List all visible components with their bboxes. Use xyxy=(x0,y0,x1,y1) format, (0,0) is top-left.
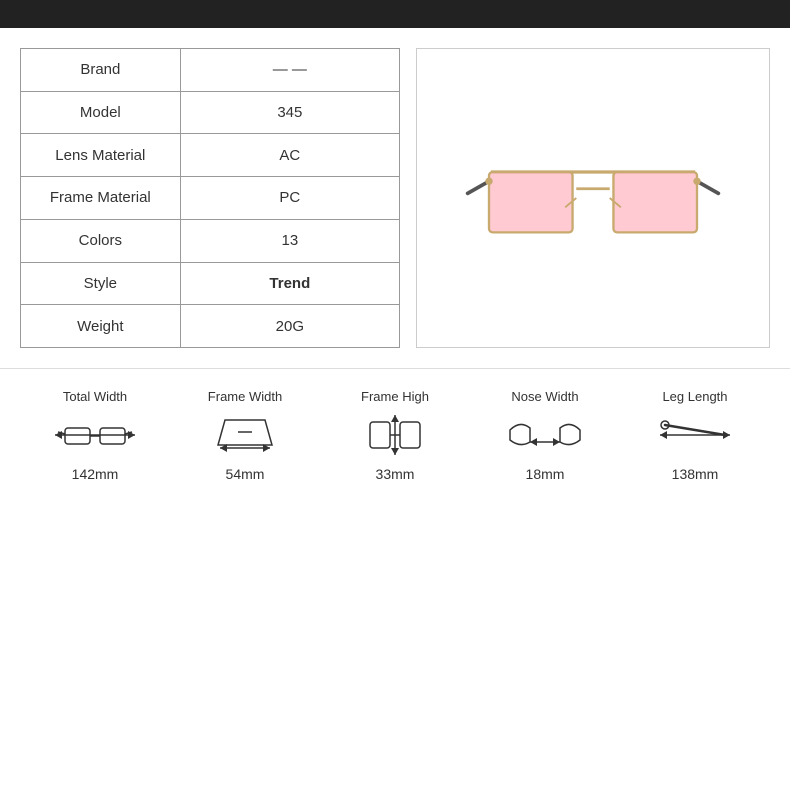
measurement-value: 18mm xyxy=(526,466,565,482)
frame-high-icon xyxy=(350,410,440,460)
measurement-value: 33mm xyxy=(376,466,415,482)
table-value-cell: 345 xyxy=(180,91,399,134)
table-label-cell: Model xyxy=(21,91,181,134)
table-label-cell: Lens Material xyxy=(21,134,181,177)
measurement-value: 54mm xyxy=(226,466,265,482)
measurement-item: Leg Length 138mm xyxy=(650,389,740,482)
table-value-cell: — — xyxy=(180,49,399,92)
table-row: Weight20G xyxy=(21,305,400,348)
measurement-item: Total Width 142mm xyxy=(50,389,140,482)
measurement-label: Leg Length xyxy=(662,389,727,404)
measurements-section: Total Width 142mm Frame Width xyxy=(0,368,790,492)
table-value-cell: AC xyxy=(180,134,399,177)
measurement-item: Frame Width 54mm xyxy=(200,389,290,482)
product-info-table: Brand— —Model345Lens MaterialACFrame Mat… xyxy=(20,48,400,348)
measurement-value: 138mm xyxy=(672,466,719,482)
table-label-cell: Colors xyxy=(21,219,181,262)
table-row: Model345 xyxy=(21,91,400,134)
table-label-cell: Brand xyxy=(21,49,181,92)
table-label-cell: Style xyxy=(21,262,181,305)
table-row: Frame MaterialPC xyxy=(21,177,400,220)
frame-width-icon xyxy=(200,410,290,460)
total-width-icon xyxy=(50,410,140,460)
table-row: Colors13 xyxy=(21,219,400,262)
measurement-value: 142mm xyxy=(72,466,119,482)
measurement-item: Frame High 33mm xyxy=(350,389,440,482)
table-value-cell: 13 xyxy=(180,219,399,262)
table-row: StyleTrend xyxy=(21,262,400,305)
nose-width-icon xyxy=(500,410,590,460)
leg-length-icon xyxy=(650,410,740,460)
table-label-cell: Frame Material xyxy=(21,177,181,220)
table-row: Brand— — xyxy=(21,49,400,92)
table-value-cell: PC xyxy=(180,177,399,220)
sunglasses-image xyxy=(463,118,723,278)
measurement-label: Frame Width xyxy=(208,389,282,404)
table-value-cell: Trend xyxy=(180,262,399,305)
measurement-label: Nose Width xyxy=(511,389,578,404)
page-header xyxy=(0,0,790,28)
glasses-image-box xyxy=(416,48,770,348)
table-label-cell: Weight xyxy=(21,305,181,348)
main-content: Brand— —Model345Lens MaterialACFrame Mat… xyxy=(0,28,790,358)
table-value-cell: 20G xyxy=(180,305,399,348)
measurement-label: Total Width xyxy=(63,389,127,404)
table-row: Lens MaterialAC xyxy=(21,134,400,177)
measurement-item: Nose Width 18mm xyxy=(500,389,590,482)
measurement-label: Frame High xyxy=(361,389,429,404)
